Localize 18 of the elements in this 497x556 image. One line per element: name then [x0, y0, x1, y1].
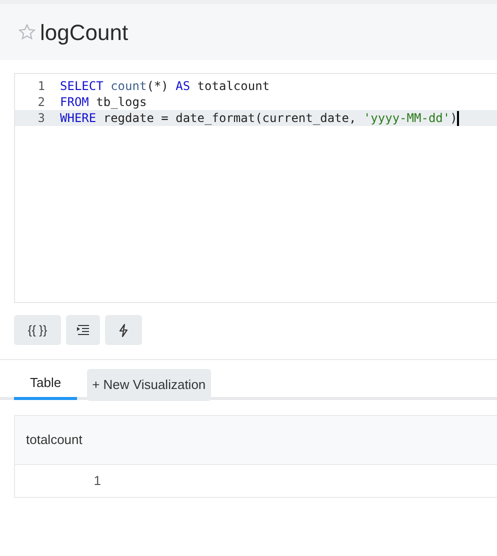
- code-line: FROM tb_logs: [59, 94, 147, 110]
- indent-icon: [77, 325, 89, 335]
- table-cell-text: 1: [92, 472, 101, 490]
- autocomplete-button[interactable]: [105, 315, 142, 345]
- query-title: logCount: [40, 18, 128, 47]
- line-number: 3: [36, 110, 45, 126]
- lightning-icon: [119, 324, 128, 336]
- code-editor[interactable]: 1 SELECT count(*) AS totalcount 2 FROM tb_logs 3 WHERE regdate = date_format(current_date, 'yyyy-MM-dd'): [14, 73, 497, 303]
- format-button[interactable]: [66, 315, 100, 345]
- line-number: 1: [36, 78, 45, 94]
- table-tab[interactable]: Table: [14, 369, 78, 400]
- parameter-button[interactable]: {{ }}: [14, 315, 61, 345]
- code-line: SELECT count(*) AS totalcount: [59, 78, 270, 94]
- column-header: totalcount: [14, 416, 497, 464]
- star-icon[interactable]: [18, 23, 36, 41]
- line-number: 2: [36, 94, 45, 110]
- new-visualization-button[interactable]: + New Visualization: [87, 369, 211, 401]
- code-line: WHERE regdate = date_format(current_date, 'yyyy-MM-dd'): [59, 110, 460, 126]
